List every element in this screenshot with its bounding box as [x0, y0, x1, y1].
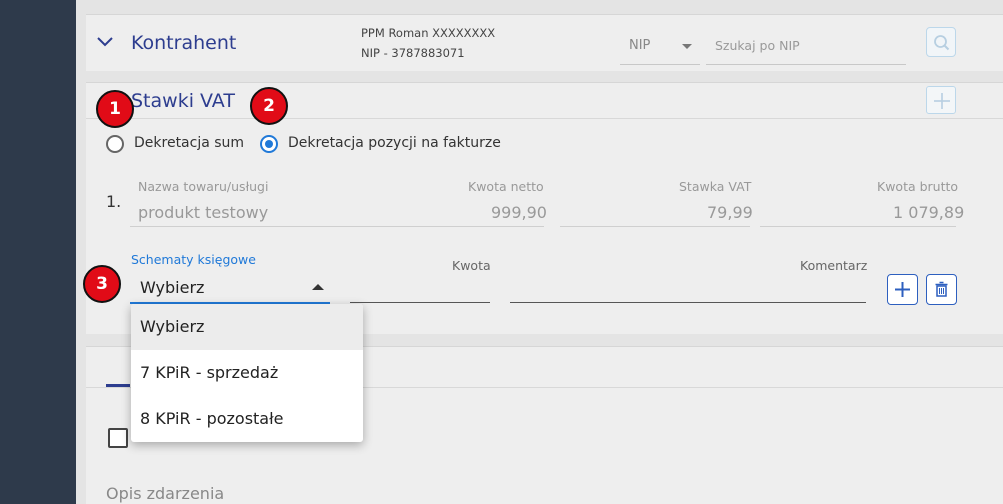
brutto-underline — [760, 226, 956, 227]
search-button[interactable] — [926, 27, 956, 57]
caret-down-icon — [682, 44, 692, 49]
netto-underline — [354, 226, 544, 227]
row-number: 1. — [106, 192, 122, 211]
annotation-badge-1: 1 — [96, 90, 134, 128]
stawki-vat-title: Stawki VAT — [131, 90, 235, 112]
nip-search-placeholder: Szukaj po NIP — [715, 38, 800, 53]
nip-select-value: NIP — [629, 38, 651, 53]
brutto-label: Kwota brutto — [877, 179, 959, 194]
schemat-select-value[interactable]: Wybierz — [140, 278, 204, 297]
delete-row-button[interactable] — [926, 274, 957, 305]
search-icon — [934, 35, 950, 51]
contractor-name: PPM Roman XXXXXXXX — [361, 26, 496, 40]
dropdown-option-7-kpir[interactable]: 7 KPiR - sprzedaż — [131, 350, 363, 396]
checkbox[interactable] — [108, 428, 128, 448]
radio-dekretacja-sum-label[interactable]: Dekretacja sum — [134, 135, 244, 151]
nip-search-input[interactable]: Szukaj po NIP — [706, 32, 906, 65]
radio-dekretacja-sum[interactable] — [106, 135, 124, 153]
plus-icon — [895, 282, 910, 297]
netto-value: 999,90 — [491, 203, 547, 222]
opis-zdarzenia-label: Opis zdarzenia — [106, 484, 225, 503]
brutto-value: 1 079,89 — [893, 203, 965, 222]
vat-label: Stawka VAT — [679, 179, 752, 194]
vat-value: 79,99 — [707, 203, 753, 222]
radio-dekretacja-pozycji[interactable] — [260, 135, 278, 153]
kontrahent-title[interactable]: Kontrahent — [131, 32, 236, 54]
chevron-down-icon[interactable] — [96, 33, 114, 51]
vat-underline — [560, 226, 750, 227]
dropdown-option-wybierz[interactable]: Wybierz — [131, 304, 363, 350]
add-row-button[interactable] — [887, 274, 918, 305]
kwota-label: Kwota — [452, 258, 491, 273]
divider — [86, 118, 1003, 119]
komentarz-input[interactable] — [510, 302, 866, 303]
caret-up-icon[interactable] — [312, 284, 324, 290]
kwota-input[interactable] — [350, 302, 490, 303]
schemat-label: Schematy księgowe — [131, 252, 256, 267]
radio-dekretacja-pozycji-label[interactable]: Dekretacja pozycji na fakturze — [288, 135, 501, 151]
schemat-dropdown-menu: Wybierz 7 KPiR - sprzedaż 8 KPiR - pozos… — [131, 304, 363, 442]
product-name-value: produkt testowy — [138, 203, 269, 222]
annotation-badge-2: 2 — [250, 87, 288, 125]
product-name-label: Nazwa towaru/usługi — [138, 179, 269, 194]
komentarz-label: Komentarz — [800, 258, 868, 273]
add-vat-rate-button[interactable] — [926, 86, 956, 114]
netto-label: Kwota netto — [468, 179, 544, 194]
trash-icon — [935, 281, 948, 297]
nip-type-select[interactable]: NIP — [620, 32, 700, 65]
dropdown-option-8-kpir[interactable]: 8 KPiR - pozostałe przychody — [131, 396, 363, 442]
sidebar — [0, 0, 76, 504]
annotation-badge-3: 3 — [83, 265, 121, 303]
contractor-nip: NIP - 3787883071 — [361, 46, 465, 60]
plus-icon — [934, 93, 950, 109]
